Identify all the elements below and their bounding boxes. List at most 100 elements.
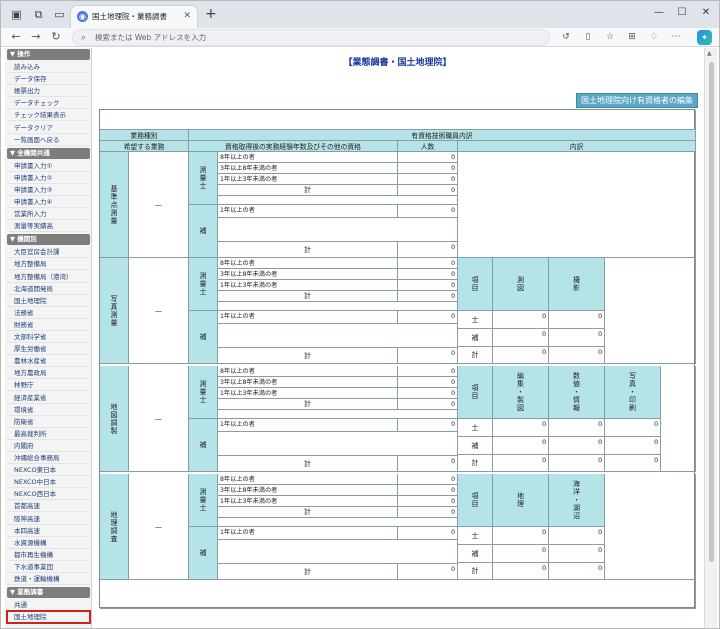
sidebar-item[interactable]: 農林水産省 (7, 355, 90, 368)
breakdown-value[interactable]: 0 (549, 545, 605, 563)
collections-icon[interactable]: ⊞ (625, 31, 639, 44)
sidebar-item[interactable]: 首都高速 (7, 500, 90, 513)
sidebar-item[interactable]: 国土地理院 (7, 295, 90, 307)
sidebar-item[interactable]: 水資源機構 (7, 537, 90, 549)
sidebar-item[interactable]: 文部科学省 (7, 331, 90, 343)
count-input[interactable]: 0 (398, 366, 458, 377)
sidebar-item[interactable]: 帳票出力 (7, 85, 90, 98)
count-input[interactable]: 0 (398, 419, 458, 432)
new-tab-icon[interactable]: + (205, 6, 217, 22)
count-input[interactable]: 0 (398, 174, 458, 185)
favorites-icon[interactable]: ☆ (603, 31, 617, 44)
maximize-icon[interactable]: ☐ (674, 6, 690, 20)
sidebar-item[interactable]: 読み込み (7, 61, 90, 73)
sidebar-item[interactable]: 地方農政局 (7, 367, 90, 380)
refresh-icon[interactable]: ↻ (49, 30, 63, 44)
sidebar-item[interactable]: 下水道事業団 (7, 561, 90, 573)
sidebar-item[interactable]: 鉄道・運輸機構 (7, 573, 90, 585)
breakdown-value[interactable]: 0 (493, 329, 549, 347)
breakdown-value[interactable]: 0 (493, 545, 549, 563)
count-input[interactable]: 0 (398, 485, 458, 496)
more-menu-icon[interactable]: ⋯ (669, 31, 683, 44)
sidebar-item[interactable]: NEXCO東日本 (7, 464, 90, 477)
sidebar-item[interactable]: 法務省 (7, 307, 90, 319)
sidebar-item[interactable]: 林野庁 (7, 379, 90, 392)
tab-close-icon[interactable]: ✕ (183, 10, 191, 22)
sidebar-item[interactable]: 共通 (7, 599, 90, 612)
forward-icon[interactable]: → (29, 30, 43, 44)
breakdown-value[interactable]: 0 (605, 419, 661, 437)
count-input[interactable]: 0 (398, 258, 458, 269)
sidebar-item[interactable]: 地方整備局 (7, 258, 90, 271)
sidebar-item[interactable]: 申請書入力② (7, 172, 90, 184)
sidebar-item[interactable]: チェック結果表示 (7, 109, 90, 122)
section-name: 地理調査 (100, 474, 129, 580)
desired-work-cell: — (129, 474, 189, 580)
vertical-scrollbar[interactable]: ▲ (704, 48, 717, 628)
sidebar-item[interactable]: 財務省 (7, 319, 90, 331)
breakdown-value[interactable]: 0 (493, 311, 549, 329)
sidebar-item[interactable]: 一覧画面へ戻る (7, 134, 90, 146)
sidebar-item[interactable]: 北海道開発局 (7, 283, 90, 295)
spacer-cell (218, 540, 458, 564)
workspaces-icon[interactable]: ⧉ (32, 8, 45, 21)
sidebar-item[interactable]: 最高裁判所 (7, 428, 90, 440)
sidebar-item[interactable]: データ保存 (7, 73, 90, 86)
sidebar-item[interactable]: 経済産業省 (7, 392, 90, 404)
sidebar-item[interactable]: 厚生労働省 (7, 343, 90, 356)
breakdown-value[interactable]: 0 (493, 437, 549, 455)
sidebar-item[interactable]: データチェック (7, 97, 90, 110)
minimize-icon[interactable]: — (651, 6, 667, 20)
sidebar-item[interactable]: データクリア (7, 122, 90, 134)
back-icon[interactable]: ← (9, 30, 23, 44)
sidebar-item[interactable]: 国土地理院 (6, 610, 91, 625)
breakdown-value[interactable]: 0 (605, 437, 661, 455)
copilot-icon[interactable]: ✦ (697, 30, 712, 45)
sidebar-item[interactable]: NEXCO中日本 (7, 476, 90, 489)
sidebar-item[interactable]: 地方整備局（港湾） (7, 271, 90, 283)
sidebar-item[interactable]: 大臣官房会計課 (7, 246, 90, 259)
scrollbar-thumb[interactable] (709, 62, 714, 562)
sidebar-item[interactable]: NEXCO西日本 (7, 488, 90, 501)
split-screen-icon[interactable]: ▯ (581, 31, 595, 44)
sidebar-item[interactable]: 都市再生機構 (7, 549, 90, 561)
edit-qualified-staff-button[interactable]: 国土地理院向け有資格者の編集 (576, 93, 698, 108)
close-window-icon[interactable]: ✕ (698, 6, 714, 20)
breakdown-value[interactable]: 0 (549, 527, 605, 545)
count-input[interactable]: 0 (398, 280, 458, 291)
sidebar-item[interactable]: 防衛省 (7, 416, 90, 428)
count-input[interactable]: 0 (398, 527, 458, 540)
count-input[interactable]: 0 (398, 205, 458, 218)
count-input[interactable]: 0 (398, 269, 458, 280)
tab-actions-icon[interactable]: ▭ (53, 8, 66, 21)
sidebar-item[interactable]: 沖縄総合事務局 (7, 452, 90, 464)
extensions-icon[interactable]: ♢ (647, 31, 661, 44)
count-input[interactable]: 0 (398, 163, 458, 174)
refresh-page-icon[interactable]: ↺ (559, 31, 573, 44)
breakdown-value[interactable]: 0 (493, 527, 549, 545)
breakdown-value[interactable]: 0 (549, 419, 605, 437)
count-input[interactable]: 0 (398, 388, 458, 399)
count-input[interactable]: 0 (398, 496, 458, 507)
active-tab[interactable]: ◉ 国土地理院・業務調書 ✕ (70, 5, 198, 28)
breakdown-value[interactable]: 0 (493, 419, 549, 437)
sidebar-item[interactable]: 内閣府 (7, 440, 90, 452)
sidebar-item[interactable]: 申請書入力④ (7, 196, 90, 208)
count-input[interactable]: 0 (398, 377, 458, 388)
breakdown-value[interactable]: 0 (549, 437, 605, 455)
sidebar-item[interactable]: 本四高速 (7, 525, 90, 537)
scroll-up-icon[interactable]: ▲ (707, 50, 712, 57)
sidebar-item[interactable]: 阪神高速 (7, 513, 90, 525)
breakdown-value[interactable]: 0 (549, 311, 605, 329)
count-input[interactable]: 0 (398, 474, 458, 485)
count-input[interactable]: 0 (398, 311, 458, 324)
address-bar[interactable]: ⌕ 検索または Web アドレスを入力 (72, 29, 550, 46)
breakdown-value[interactable]: 0 (549, 329, 605, 347)
sidebar-item[interactable]: 申請書入力① (7, 160, 90, 172)
sidebar-item[interactable]: 申請書入力③ (7, 184, 90, 196)
sidebar-item[interactable]: 営業所入力 (7, 208, 90, 221)
sidebar-item[interactable]: 測量等実績高 (7, 220, 90, 233)
profile-icon[interactable]: ▣ (10, 8, 23, 21)
count-input[interactable]: 0 (398, 152, 458, 163)
sidebar-item[interactable]: 環境省 (7, 404, 90, 416)
